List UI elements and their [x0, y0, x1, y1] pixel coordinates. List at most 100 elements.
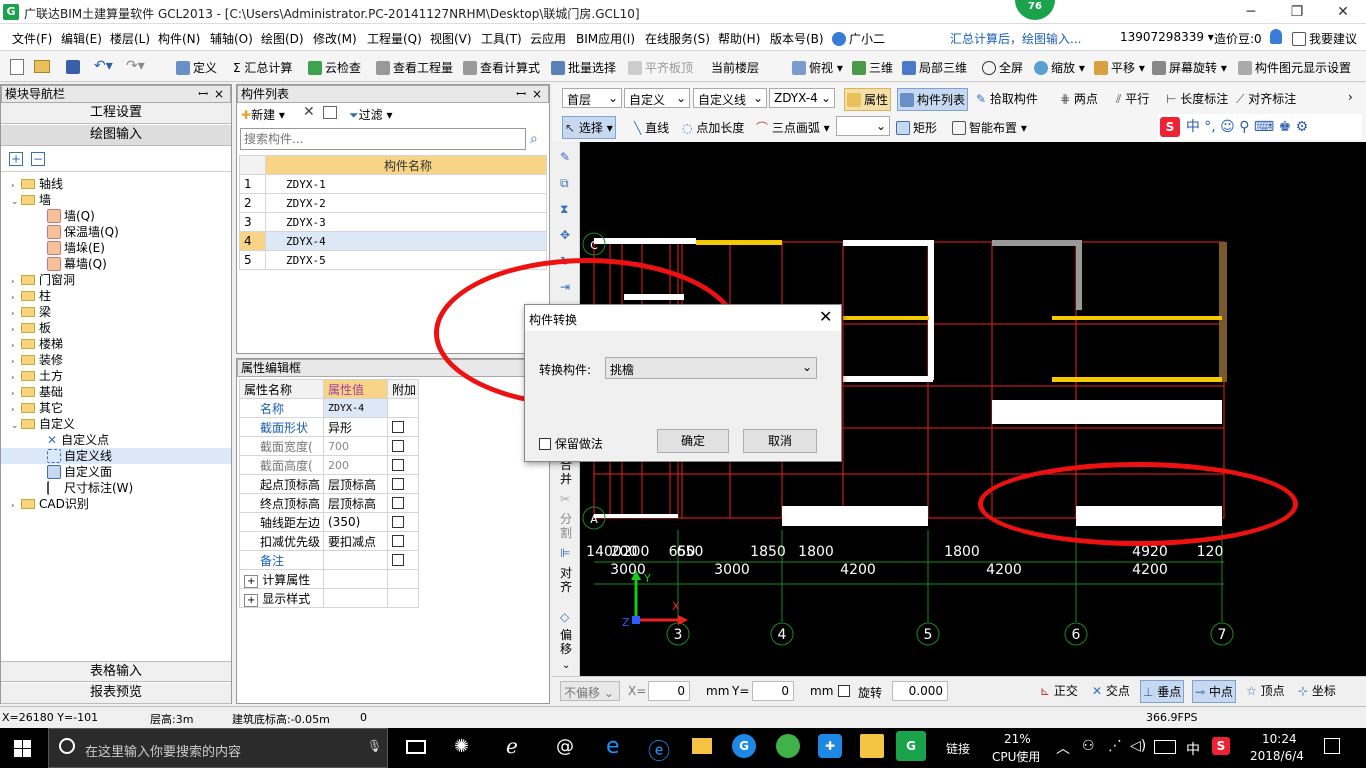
more-tools-icon[interactable]: ⌄	[562, 660, 570, 671]
pen-icon[interactable]: ✎	[560, 150, 570, 164]
type-select[interactable]: 自定义 ⌄	[624, 88, 690, 108]
align-button[interactable]: 对齐	[560, 566, 574, 594]
property-value[interactable]: 层顶标高	[323, 493, 388, 513]
offset-select[interactable]: 不偏移 ⌄	[560, 681, 620, 701]
score-badge[interactable]: 76	[1015, 0, 1055, 20]
offset-icon[interactable]: ◇	[560, 610, 569, 624]
account-phone[interactable]: 13907298339 ▾	[1120, 30, 1214, 44]
close-icon[interactable]: ×	[214, 86, 224, 102]
pan-button[interactable]: 平移 ▾	[1094, 59, 1145, 76]
convert-component-select[interactable]: 挑檐 ⌄	[605, 357, 817, 379]
menu-edit[interactable]: 编辑(E)	[61, 30, 102, 47]
report-preview-button[interactable]: 报表预览	[1, 683, 231, 704]
app-ie-icon[interactable]: ℯ	[506, 734, 518, 758]
attach-checkbox[interactable]	[392, 440, 404, 452]
clock-time[interactable]: 10:24	[1262, 732, 1297, 746]
property-value[interactable]: 要扣减点	[323, 531, 388, 551]
properties-button[interactable]: 属性	[844, 88, 892, 111]
search-icon[interactable]: ⌕	[530, 131, 538, 147]
tree-item-wall-q[interactable]: 墙(Q)	[1, 208, 231, 224]
split-button[interactable]: 分割	[560, 512, 574, 540]
close-icon[interactable]: ✕	[1320, 0, 1366, 24]
attach-checkbox[interactable]	[392, 421, 404, 433]
property-row[interactable]: 截面形状 异形	[239, 417, 419, 437]
property-value[interactable]: 层顶标高	[323, 474, 388, 494]
drawing-input-button[interactable]: 绘图输入	[1, 125, 231, 146]
new-component-button[interactable]: ✚新建 ▾	[241, 106, 285, 123]
table-row[interactable]: 3 ZDYX-3	[239, 212, 547, 232]
menu-tools[interactable]: 工具(T)	[481, 30, 522, 47]
pick-component-button[interactable]: ✎ 拾取构件	[976, 90, 1038, 107]
keyboard-icon[interactable]	[1154, 740, 1176, 754]
menu-floor[interactable]: 楼层(L)	[110, 30, 150, 47]
attach-checkbox[interactable]	[392, 459, 404, 471]
length-dim-button[interactable]: ⊢ 长度标注	[1166, 90, 1228, 107]
delete-icon[interactable]: ✕	[303, 104, 315, 120]
line-button[interactable]: ╲ 直线	[634, 119, 669, 136]
zoom-button[interactable]: 缩放 ▾	[1034, 59, 1085, 76]
tree-item-stairs[interactable]: › 楼梯	[1, 336, 231, 352]
tree-item-curtain-wall[interactable]: 幕墙(Q)	[1, 256, 231, 272]
merge-button[interactable]: 合并	[560, 458, 579, 486]
property-row[interactable]: 截面高度(200	[239, 455, 419, 475]
copy-icon[interactable]	[323, 106, 337, 119]
midpoint-button[interactable]: ⊸ 中点	[1192, 680, 1236, 703]
copy-tool-icon[interactable]: ⧉	[560, 176, 569, 191]
edge-icon[interactable]: e	[606, 734, 620, 759]
floor-select[interactable]: 首层 ⌄	[562, 88, 622, 108]
tree-item-foundation[interactable]: › 基础	[1, 384, 231, 400]
menu-bim[interactable]: BIM应用(I)	[576, 30, 635, 47]
tree-item-custom-line[interactable]: 自定义线	[1, 448, 231, 464]
3d-button[interactable]: 三维	[852, 59, 893, 76]
ok-button[interactable]: 确定	[657, 429, 729, 453]
display-settings-button[interactable]: 构件图元显示设置	[1238, 59, 1351, 76]
menu-online[interactable]: 在线服务(S)	[645, 30, 710, 47]
ime-indicator[interactable]: 中	[1186, 739, 1200, 759]
link-label[interactable]: 链接	[946, 740, 970, 757]
current-floor-button[interactable]: 当前楼层	[711, 59, 759, 76]
property-group-row[interactable]: + 计算属性	[239, 569, 419, 589]
volume-icon[interactable]: ◁)	[1130, 738, 1146, 754]
glodon-app-icon[interactable]: G	[896, 731, 926, 761]
y-input[interactable]: 0	[752, 681, 794, 701]
property-group-row[interactable]: + 显示样式	[239, 588, 419, 608]
close-icon[interactable]: ✕	[819, 307, 832, 326]
clock-date[interactable]: 2018/6/4	[1250, 749, 1304, 763]
tree-item-custom-point[interactable]: ✕ 自定义点	[1, 432, 231, 448]
bell-icon[interactable]	[1270, 29, 1282, 44]
tree-item-dimension[interactable]: 尺寸标注(W)	[1, 480, 231, 496]
menu-version[interactable]: 版本号(B)	[770, 30, 824, 47]
view-quantity-button[interactable]: 查看工程量	[376, 59, 453, 76]
coordinate-button[interactable]: ⊹ 坐标	[1298, 682, 1336, 699]
tree-item-other[interactable]: › 其它	[1, 400, 231, 416]
align-slab-button[interactable]: 平齐板顶	[628, 59, 693, 76]
tree-item-slab[interactable]: › 板	[1, 320, 231, 336]
ime-chinese-icon[interactable]: 中 °, ☺ ⚲ ⌨ ♚ ⚙	[1186, 119, 1308, 135]
menu-view[interactable]: 视图(V)	[430, 30, 472, 47]
property-row[interactable]: 截面宽度(700	[239, 436, 419, 456]
two-point-button[interactable]: ⋕ 两点	[1060, 90, 1098, 107]
menu-modify[interactable]: 修改(M)	[313, 30, 357, 47]
x-input[interactable]: 0	[648, 681, 690, 701]
property-row[interactable]: 起点顶标高 层顶标高	[239, 474, 419, 494]
chevron-up-icon[interactable]: ︿	[1056, 738, 1070, 758]
property-row[interactable]: 轴线距左边 (350)	[239, 512, 419, 532]
property-value[interactable]	[323, 550, 388, 570]
align-icon[interactable]: ⊫	[560, 546, 570, 560]
top-view-button[interactable]: 俯视 ▾	[792, 59, 843, 76]
cancel-button[interactable]: 取消	[743, 429, 817, 453]
summary-calc-button[interactable]: Σ 汇总计算	[233, 59, 292, 76]
file-explorer-icon[interactable]	[692, 738, 712, 754]
perpendicular-button[interactable]: ⊥ 垂点	[1140, 680, 1185, 703]
property-value[interactable]: ZDYX-4	[323, 398, 388, 418]
move-icon[interactable]: ✥	[560, 228, 570, 242]
redo-icon[interactable]: ↷▾	[126, 58, 145, 74]
table-row-selected[interactable]: 4 ZDYX-4	[239, 231, 547, 251]
undo-icon[interactable]: ↶▾	[94, 58, 113, 74]
notification-icon[interactable]	[1324, 738, 1340, 754]
property-row[interactable]: 名称 ZDYX-4	[239, 398, 419, 418]
new-file-icon[interactable]	[10, 59, 24, 75]
property-value[interactable]: (350)	[323, 512, 388, 532]
vertex-button[interactable]: ☆ 顶点	[1246, 682, 1285, 699]
property-value[interactable]: 700	[323, 436, 388, 456]
